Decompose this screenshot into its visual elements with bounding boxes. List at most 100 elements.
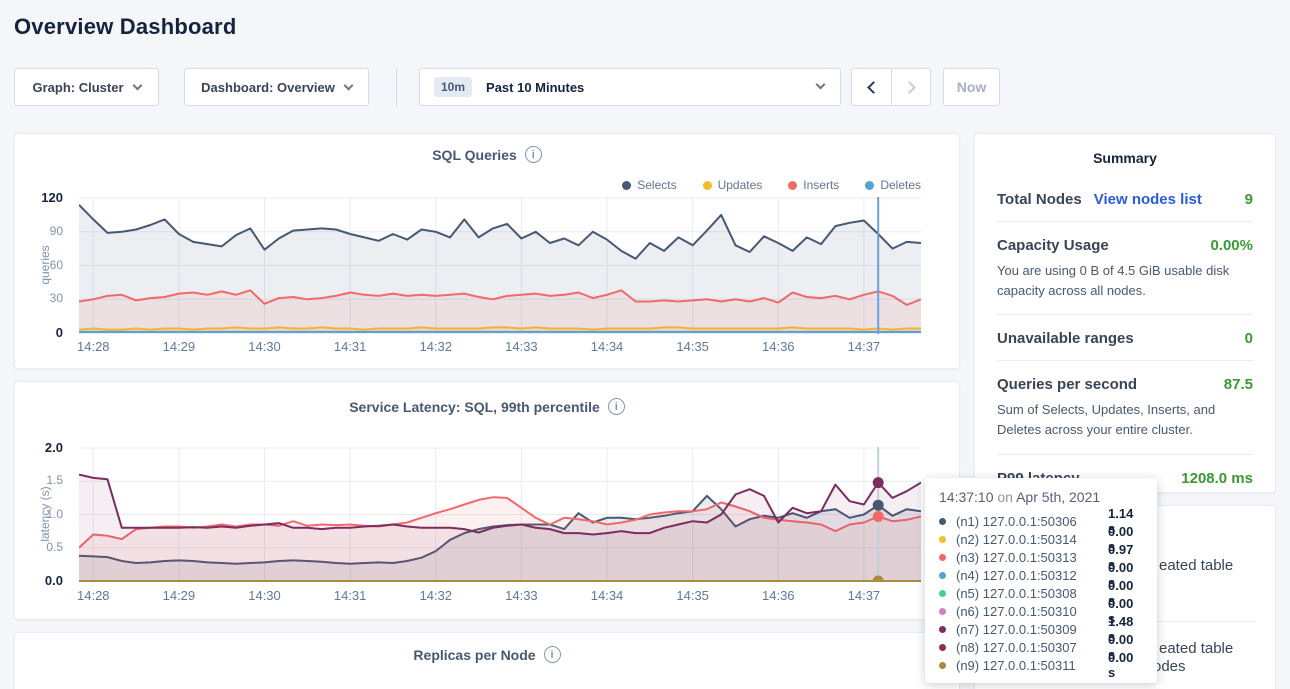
tooltip-node-label: (n4) 127.0.0.1:50312 [956, 568, 1108, 583]
sql-queries-plot[interactable] [79, 197, 921, 334]
chevron-right-icon [903, 81, 916, 94]
service-latency-card: Service Latency: SQL, 99th percentile la… [14, 381, 960, 620]
tooltip-header: 14:37:10 on Apr 5th, 2021 [939, 489, 1143, 505]
legend-dot-icon [703, 181, 712, 190]
tooltip-node-label: (n7) 127.0.0.1:50309 [956, 622, 1108, 637]
time-range-badge: 10m [434, 77, 472, 97]
x-tick-label: 14:32 [406, 339, 466, 354]
y-tick-label: 90 [50, 224, 63, 238]
chart-title: SQL Queries [432, 147, 517, 163]
row-label: Unavailable ranges [997, 330, 1134, 347]
chart-title: Service Latency: SQL, 99th percentile [349, 399, 600, 415]
now-button[interactable]: Now [943, 68, 1000, 106]
node-color-dot-icon [939, 608, 946, 615]
tooltip-date: Apr 5th, 2021 [1016, 489, 1100, 505]
x-tick-label: 14:28 [63, 588, 123, 603]
y-tick-label: 120 [41, 190, 63, 205]
y-tick-label: 0.5 [46, 540, 63, 554]
node-color-dot-icon [939, 518, 946, 525]
x-tick-label: 14:29 [149, 588, 209, 603]
x-tick-label: 14:35 [663, 339, 723, 354]
tooltip-node-label: (n2) 127.0.0.1:50314 [956, 532, 1108, 547]
next-range-button[interactable] [891, 69, 930, 105]
row-value: 0.00% [1210, 237, 1253, 254]
info-icon[interactable] [608, 398, 625, 415]
view-nodes-link[interactable]: View nodes list [1094, 191, 1202, 208]
now-button-label: Now [957, 79, 987, 95]
dashboard-dropdown[interactable]: Dashboard: Overview [184, 68, 369, 106]
row-value: 1208.0 ms [1181, 470, 1253, 487]
node-color-dot-icon [939, 644, 946, 651]
row-label: Total Nodes [997, 191, 1082, 208]
x-tick-label: 14:31 [320, 588, 380, 603]
dashboard-dropdown-label: Dashboard: Overview [201, 80, 335, 95]
x-tick-label: 14:33 [491, 339, 551, 354]
row-label: Capacity Usage [997, 237, 1109, 254]
chevron-down-icon [343, 80, 353, 90]
prev-range-button[interactable] [852, 69, 891, 105]
x-tick-label: 14:30 [235, 588, 295, 603]
legend-item[interactable]: Inserts [788, 178, 839, 192]
graph-dropdown[interactable]: Graph: Cluster [14, 68, 159, 106]
x-tick-label: 14:28 [63, 339, 123, 354]
y-tick-label: 60 [50, 258, 63, 272]
service-latency-plot[interactable] [79, 447, 921, 582]
row-label: Queries per second [997, 376, 1137, 393]
tooltip-node-label: (n9) 127.0.0.1:50311 [956, 658, 1108, 673]
x-tick-label: 14:33 [491, 588, 551, 603]
x-tick-label: 14:31 [320, 339, 380, 354]
tooltip-node-label: (n3) 127.0.0.1:50313 [956, 550, 1108, 565]
row-description: Sum of Selects, Updates, Inserts, and De… [997, 400, 1253, 440]
y-tick-label: 30 [50, 291, 63, 305]
legend-dot-icon [788, 181, 797, 190]
row-value: 9 [1245, 191, 1253, 208]
x-tick-label: 14:35 [663, 588, 723, 603]
legend-label: Inserts [803, 178, 839, 192]
dashboard-controls: Graph: Cluster Dashboard: Overview 10m P… [14, 68, 1000, 106]
chevron-left-icon [867, 81, 880, 94]
sql-queries-card: SQL Queries Selects Updates Inserts Deletes… [14, 133, 960, 369]
time-range-label: Past 10 Minutes [486, 80, 584, 95]
event-text-fragment: eated table [1159, 640, 1233, 657]
divider [396, 68, 397, 106]
time-range-selector[interactable]: 10m Past 10 Minutes [419, 68, 841, 106]
x-tick-label: 14:32 [406, 588, 466, 603]
x-tick-label: 14:37 [834, 339, 894, 354]
summary-row-capacity: Capacity Usage 0.00% You are using 0 B o… [997, 222, 1253, 315]
info-icon[interactable] [544, 646, 561, 663]
x-tick-label: 14:36 [748, 588, 808, 603]
y-tick-label: 0 [56, 325, 63, 340]
range-nav-group [851, 68, 931, 106]
tooltip-node-row: (n9) 127.0.0.1:503110.00 s [939, 656, 1143, 674]
y-axis: 0306090120 [15, 197, 73, 334]
legend-item[interactable]: Deletes [865, 178, 921, 192]
node-color-dot-icon [939, 554, 946, 561]
tooltip-rows: (n1) 127.0.0.1:503061.14 s(n2) 127.0.0.1… [939, 512, 1143, 674]
summary-card: Summary Total Nodes View nodes list 9 Ca… [974, 133, 1276, 493]
legend-label: Selects [637, 178, 676, 192]
tooltip-node-label: (n6) 127.0.0.1:50310 [956, 604, 1108, 619]
y-tick-label: 0.0 [45, 573, 63, 588]
y-axis: 0.00.51.01.52.0 [15, 447, 73, 582]
latency-tooltip: 14:37:10 on Apr 5th, 2021 (n1) 127.0.0.1… [925, 478, 1157, 683]
tooltip-node-label: (n8) 127.0.0.1:50307 [956, 640, 1108, 655]
page-title: Overview Dashboard [14, 14, 236, 40]
chart-legend: Selects Updates Inserts Deletes [622, 178, 921, 192]
info-icon[interactable] [525, 146, 542, 163]
tooltip-time: 14:37:10 [939, 489, 994, 505]
tooltip-connector: on [997, 489, 1013, 505]
legend-item[interactable]: Selects [622, 178, 676, 192]
node-color-dot-icon [939, 536, 946, 543]
y-tick-label: 1.5 [46, 473, 63, 487]
legend-item[interactable]: Updates [703, 178, 763, 192]
tooltip-node-value: 0.00 s [1108, 650, 1143, 680]
tooltip-node-label: (n1) 127.0.0.1:50306 [956, 514, 1108, 529]
node-color-dot-icon [939, 626, 946, 633]
summary-row-total-nodes: Total Nodes View nodes list 9 [997, 176, 1253, 222]
x-tick-label: 14:34 [577, 588, 637, 603]
y-tick-label: 2.0 [45, 440, 63, 455]
y-tick-label: 1.0 [46, 507, 63, 521]
graph-dropdown-label: Graph: Cluster [32, 80, 123, 95]
chart-title: Replicas per Node [413, 647, 535, 663]
x-axis: 14:2814:2914:3014:3114:3214:3314:3414:35… [79, 588, 921, 608]
